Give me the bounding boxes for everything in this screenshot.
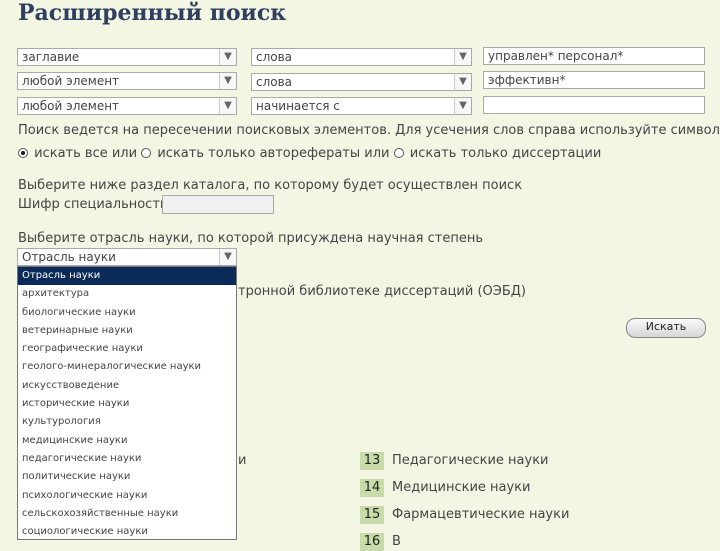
chevron-down-icon: ▼	[454, 98, 471, 114]
field-select-3[interactable]: любой элемент ▼	[17, 97, 237, 115]
doc-type-radio-group: искать все или искать только автореферат…	[18, 146, 601, 161]
chevron-down-icon: ▼	[219, 249, 236, 265]
field-select-3-value: любой элемент	[22, 99, 120, 113]
radio-abstracts[interactable]	[141, 148, 152, 158]
science-branch-select[interactable]: Отрасль науки ▼	[17, 248, 237, 266]
truncation-hint: Поиск ведется на пересечении поисковых э…	[18, 123, 720, 138]
chevron-down-icon: ▼	[454, 74, 471, 90]
dropdown-option[interactable]: геолого-минералогические науки	[18, 358, 236, 376]
science-item-13[interactable]: 13 Педагогические науки	[360, 452, 549, 470]
dropdown-option[interactable]: медицинские науки	[18, 432, 236, 450]
field-select-1-value: заглавие	[22, 50, 80, 64]
radio-dissertations[interactable]	[393, 148, 404, 158]
radio-all[interactable]	[18, 148, 28, 158]
field-select-2[interactable]: любой элемент ▼	[17, 72, 237, 90]
radio-all-label: искать все или	[34, 146, 138, 161]
dropdown-option[interactable]: социологические науки	[18, 523, 236, 539]
chevron-down-icon: ▼	[219, 49, 236, 65]
dropdown-option[interactable]: Отрасль науки	[18, 267, 236, 286]
science-label: Фармацевтические науки	[392, 507, 570, 522]
dropdown-option[interactable]: политические науки	[18, 468, 236, 486]
science-label: Медицинские науки	[392, 480, 531, 495]
partial-left-text: и	[238, 453, 247, 468]
catalog-section-label: Выберите ниже раздел каталога, по которо…	[18, 178, 523, 193]
field-select-2-value: любой элемент	[22, 74, 120, 88]
science-item-14[interactable]: 14 Медицинские науки	[360, 479, 531, 497]
mode-select-1-value: слова	[256, 50, 293, 64]
ebd-text: тронной библиотеке диссертаций (ОЭБД)	[238, 284, 526, 299]
radio-abstracts-label: искать только авторефераты или	[157, 146, 390, 161]
mode-select-3-value: начинается с	[256, 99, 340, 113]
mode-select-2-value: слова	[256, 75, 293, 89]
specialty-code-input[interactable]	[162, 195, 274, 214]
page-title: Расширенный поиск	[18, 0, 287, 26]
radio-dissertations-label: искать только диссертации	[409, 146, 602, 161]
dropdown-option[interactable]: культурология	[18, 413, 236, 431]
search-input-2[interactable]: эффективн*	[483, 71, 705, 89]
science-number: 14	[360, 479, 384, 497]
dropdown-option[interactable]: сельскохозяйственные науки	[18, 505, 236, 523]
specialty-code-label: Шифр специальности:	[18, 197, 173, 212]
dropdown-option[interactable]: искусствоведение	[18, 377, 236, 395]
chevron-down-icon: ▼	[219, 98, 236, 114]
science-label: В	[392, 534, 401, 549]
science-label: Педагогические науки	[392, 453, 549, 468]
science-number: 16	[360, 533, 384, 551]
mode-select-1[interactable]: слова ▼	[251, 48, 472, 66]
dropdown-option[interactable]: психологические науки	[18, 487, 236, 505]
science-branch-label: Выберите отрасль науки, по которой прису…	[18, 231, 483, 246]
mode-select-3[interactable]: начинается с ▼	[251, 97, 472, 115]
chevron-down-icon: ▼	[454, 49, 471, 65]
dropdown-option[interactable]: ветеринарные науки	[18, 322, 236, 340]
search-input-3[interactable]	[483, 96, 705, 114]
science-item-15[interactable]: 15 Фармацевтические науки	[360, 506, 569, 524]
science-number: 15	[360, 506, 384, 524]
dropdown-option[interactable]: исторические науки	[18, 395, 236, 413]
science-item-16[interactable]: 16 В	[360, 533, 401, 551]
dropdown-option[interactable]: географические науки	[18, 340, 236, 358]
search-button[interactable]: Искать	[626, 318, 706, 338]
dropdown-option[interactable]: биологические науки	[18, 304, 236, 322]
science-branch-dropdown[interactable]: Отрасль науки архитектура биологические …	[17, 266, 237, 540]
dropdown-option[interactable]: архитектура	[18, 285, 236, 303]
science-number: 13	[360, 452, 384, 470]
dropdown-option[interactable]: педагогические науки	[18, 450, 236, 468]
field-select-1[interactable]: заглавие ▼	[17, 48, 237, 66]
mode-select-2[interactable]: слова ▼	[251, 73, 472, 91]
science-branch-select-value: Отрасль науки	[22, 250, 116, 264]
chevron-down-icon: ▼	[219, 73, 236, 89]
search-input-1[interactable]: управлен* персонал*	[483, 47, 705, 65]
